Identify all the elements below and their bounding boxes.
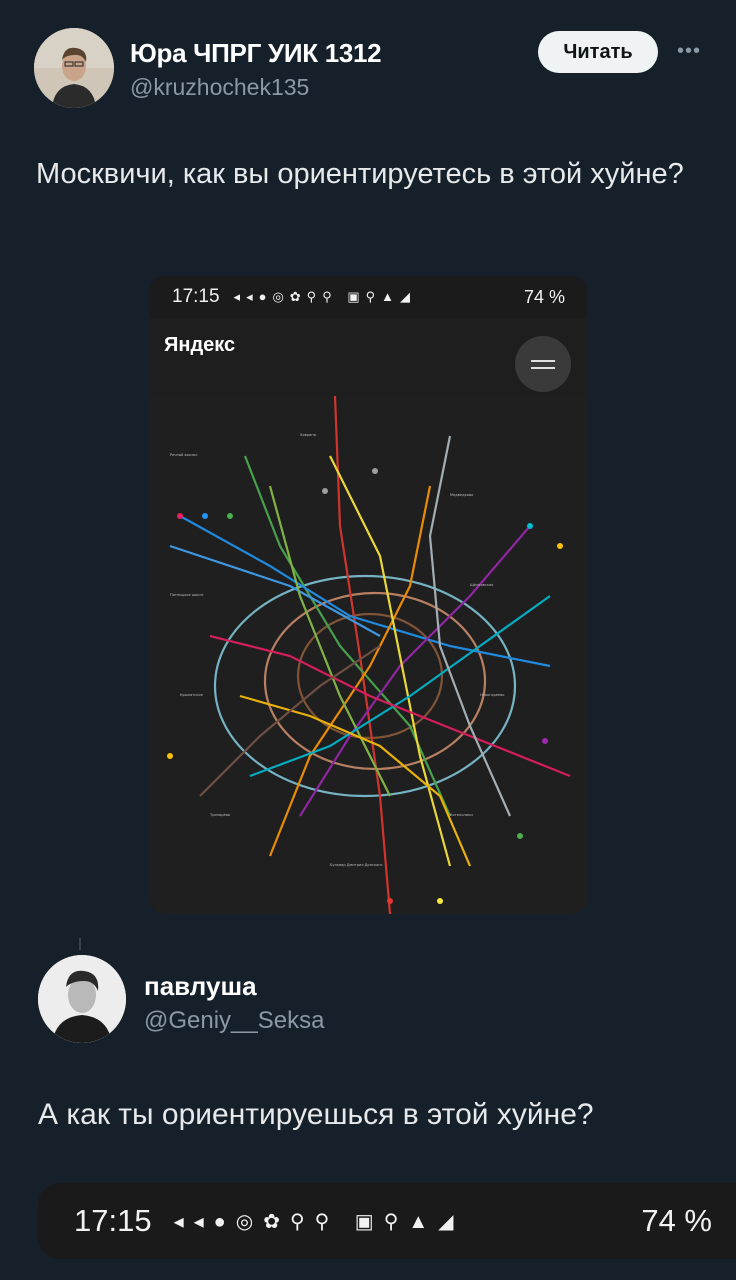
metro-map: Речной вокзал Медведково Пятницкое шоссе Щ… — [150, 396, 587, 914]
svg-text:Крылатское: Крылатское — [180, 693, 204, 697]
reply-author-handle[interactable]: @Geniy__Seksa — [144, 1007, 324, 1035]
thread-connector — [79, 938, 81, 950]
svg-text:Щёлковская: Щёлковская — [470, 583, 493, 587]
author-handle[interactable]: @kruzhochek135 — [130, 74, 309, 101]
tweet-media-image[interactable]: 17:15 ◂◂●◎✿⚲⚲ ▣⚲▲◢ 74 % Яндекс Речной во… — [150, 276, 587, 914]
svg-text:Пятницкое шоссе: Пятницкое шоссе — [170, 593, 204, 597]
reply-author-avatar[interactable] — [38, 955, 126, 1043]
media-status-icons: ◂◂●◎✿⚲⚲ ▣⚲▲◢ — [233, 289, 417, 304]
author-name[interactable]: Юра ЧПРГ УИК 1312 — [130, 38, 382, 69]
read-button[interactable]: Читать — [538, 31, 658, 73]
tweet-header: Юра ЧПРГ УИК 1312 @kruzhochek135 Читать … — [34, 28, 714, 112]
reply-text: А как ты ориентируешься в этой хуйне? — [38, 1098, 594, 1131]
more-horizontal-icon[interactable]: ••• — [674, 36, 704, 66]
media-status-bar: 17:15 ◂◂●◎✿⚲⚲ ▣⚲▲◢ 74 % — [150, 276, 587, 318]
reply-header: павлуша @Geniy__Seksa — [38, 955, 698, 1047]
status-icons: ◂◂●◎✿⚲⚲ ▣⚲▲◢ — [173, 1210, 464, 1233]
author-avatar[interactable] — [34, 28, 114, 108]
tweet-text: Москвичи, как вы ориентируетесь в этой х… — [36, 158, 684, 190]
reply-author-name[interactable]: павлуша — [144, 971, 257, 1002]
svg-text:Речной вокзал: Речной вокзал — [170, 453, 197, 457]
svg-text:Ховрино: Ховрино — [300, 433, 316, 437]
status-time: 17:15 — [74, 1203, 152, 1238]
media-status-time: 17:15 — [172, 286, 220, 307]
yandex-logo: Яндекс — [164, 334, 236, 356]
media-status-battery: 74 % — [523, 286, 565, 307]
svg-text:Медведково: Медведково — [450, 493, 473, 497]
phone-status-bar: 17:15 ◂◂●◎✿⚲⚲ ▣⚲▲◢ 74 % — [38, 1183, 736, 1259]
svg-text:Бульвар Дмитрия Донского: Бульвар Дмитрия Донского — [330, 863, 382, 867]
menu-icon — [515, 336, 571, 392]
svg-text:Тропарёво: Тропарёво — [209, 813, 230, 817]
svg-text:Новогиреево: Новогиреево — [480, 693, 504, 697]
svg-text:Котельники: Котельники — [450, 813, 473, 817]
status-battery: 74 % — [641, 1203, 712, 1238]
